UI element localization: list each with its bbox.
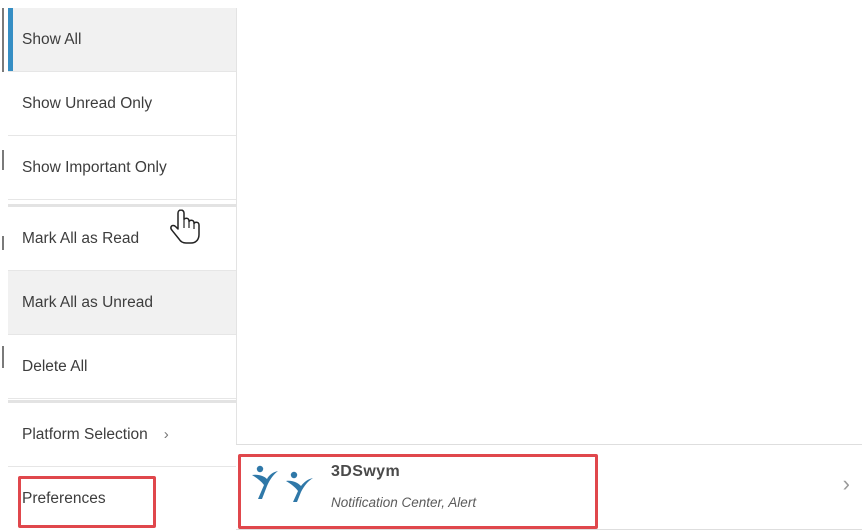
- menu-item-label: Mark All as Unread: [22, 293, 153, 311]
- menu-item-label: Platform Selection: [22, 425, 148, 443]
- edge-mark: [2, 150, 4, 170]
- app-description: Notification Center, Alert: [331, 495, 477, 510]
- notification-menu-screen: Show All Show Unread Only Show Important…: [0, 0, 862, 531]
- 3dswym-logo-icon: [252, 465, 313, 502]
- chevron-right-icon: ›: [163, 426, 169, 443]
- menu-item-delete-all[interactable]: Delete All: [8, 335, 236, 399]
- menu-item-mark-all-unread[interactable]: Mark All as Unread: [8, 271, 236, 335]
- menu-item-label: Delete All: [22, 357, 88, 375]
- menu-item-label: Mark All as Read: [22, 229, 140, 247]
- menu-item-show-important-only[interactable]: Show Important Only: [8, 136, 236, 200]
- menu-item-preferences[interactable]: Preferences: [8, 467, 236, 531]
- app-name: 3DSwym: [331, 463, 401, 480]
- chevron-right-icon: ›: [842, 471, 850, 496]
- menu-item-platform-selection[interactable]: Platform Selection ›: [8, 403, 236, 467]
- notification-options-menu: Show All Show Unread Only Show Important…: [8, 8, 237, 528]
- menu-item-show-all[interactable]: Show All: [8, 8, 236, 72]
- edge-mark: [2, 236, 4, 250]
- menu-item-label: Preferences: [22, 490, 106, 507]
- menu-item-label: Show Unread Only: [22, 94, 153, 112]
- platform-item-3dswym[interactable]: 3DSwym Notification Center, Alert ›: [236, 444, 862, 530]
- edge-mark: [2, 8, 4, 72]
- edge-mark: [2, 346, 4, 368]
- menu-item-show-unread-only[interactable]: Show Unread Only: [8, 72, 236, 136]
- menu-item-label: Show Important Only: [22, 158, 167, 176]
- menu-item-label: Show All: [22, 30, 82, 48]
- hand-pointer-icon: [170, 209, 200, 244]
